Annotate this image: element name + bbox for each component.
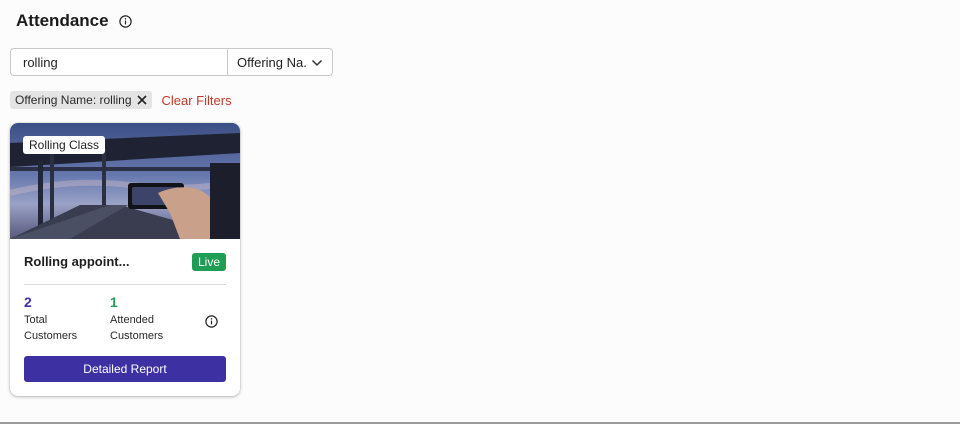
total-customers-label: Total Customers xyxy=(24,314,78,342)
search-filter-bar: Offering Na... xyxy=(10,48,333,76)
info-icon[interactable] xyxy=(119,14,133,28)
attended-customers-stat: 1 Attended Customers xyxy=(110,294,196,342)
close-icon[interactable] xyxy=(136,95,147,105)
active-filters: Offering Name: rolling Clear Filters xyxy=(10,91,232,109)
card-body: Rolling appoint... Live 2 Total Customer… xyxy=(10,239,240,382)
detailed-report-button[interactable]: Detailed Report xyxy=(24,356,226,382)
page-header: Attendance xyxy=(16,11,133,31)
offering-title: Rolling appoint... xyxy=(24,254,130,269)
stats-row: 2 Total Customers 1 Attended Customers xyxy=(24,294,226,342)
filter-select-value: Offering Na... xyxy=(237,54,307,70)
search-input[interactable] xyxy=(10,48,227,76)
total-customers-value: 2 xyxy=(24,294,32,310)
info-icon[interactable] xyxy=(205,315,218,328)
attendance-page: Attendance Offering Na... Offering Name:… xyxy=(0,0,960,424)
offering-card[interactable]: Rolling Class Rolling appoint... Live 2 … xyxy=(10,123,240,396)
status-badge: Live xyxy=(191,252,226,271)
offering-image-tag: Rolling Class xyxy=(23,136,106,154)
attended-customers-label: Attended Customers xyxy=(110,314,164,342)
offering-image: Rolling Class xyxy=(10,123,240,239)
attended-customers-value: 1 xyxy=(110,294,118,310)
page-title: Attendance xyxy=(16,11,109,30)
clear-filters-link[interactable]: Clear Filters xyxy=(162,93,232,108)
filter-chip-label: Offering Name: rolling xyxy=(15,93,132,107)
total-customers-stat: 2 Total Customers xyxy=(24,294,110,342)
filter-field-select[interactable]: Offering Na... xyxy=(227,48,333,76)
filter-chip: Offering Name: rolling xyxy=(10,91,152,109)
card-title-row: Rolling appoint... Live xyxy=(24,239,226,285)
chevron-down-icon xyxy=(311,55,323,70)
